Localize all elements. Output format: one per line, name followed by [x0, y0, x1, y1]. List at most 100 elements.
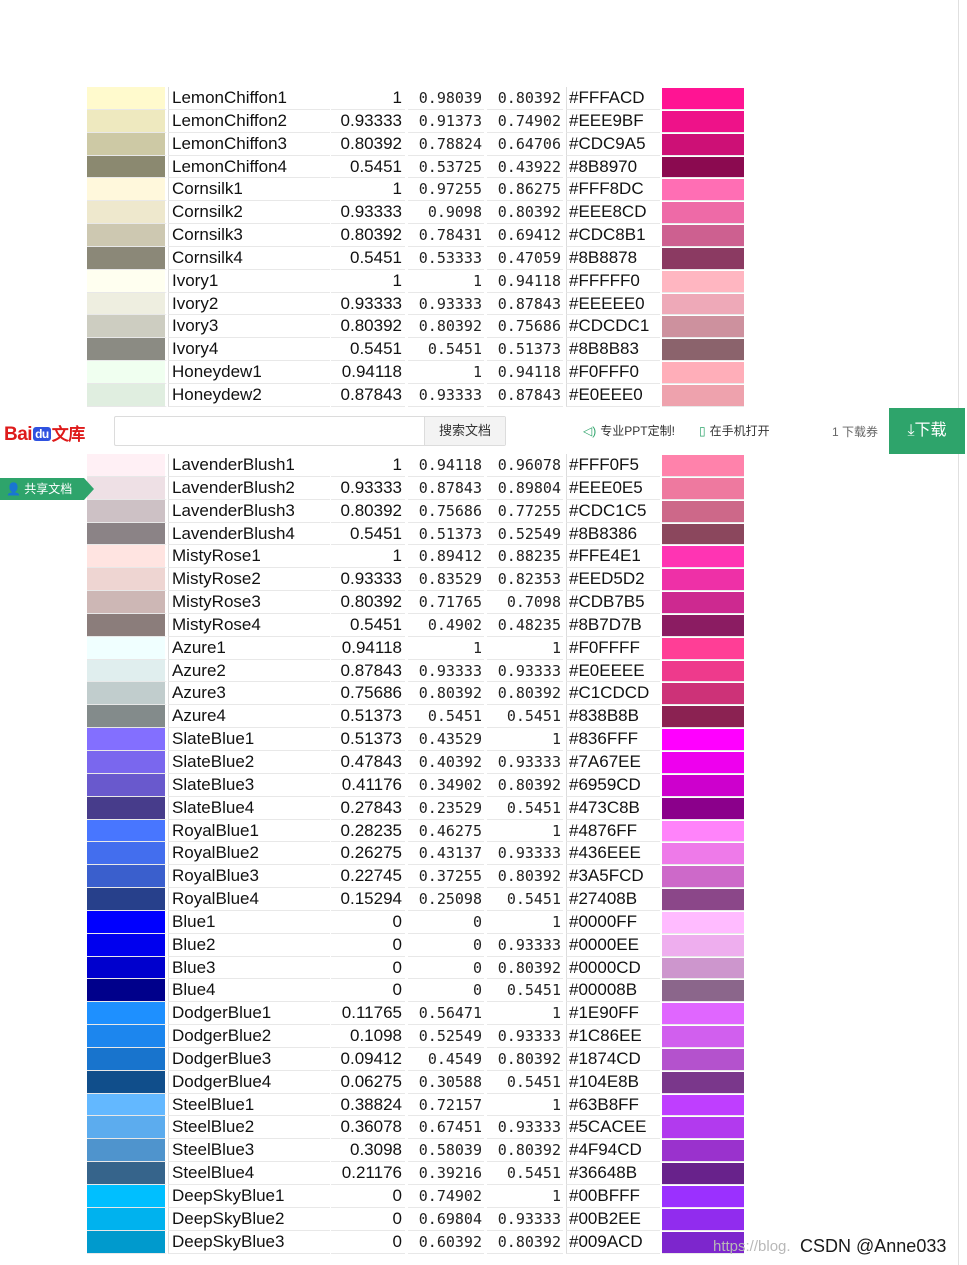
- speaker-icon: ◁): [583, 424, 597, 438]
- blue-value: 1: [487, 728, 563, 751]
- color-name: RoyalBlue4: [168, 888, 330, 911]
- red-value: 0.26275: [331, 842, 405, 866]
- green-value: 0.5451: [408, 338, 484, 362]
- color-name: LemonChiffon1: [168, 87, 330, 110]
- search-input[interactable]: [115, 417, 423, 445]
- table-row: LavenderBlush4 0.5451 0.51373 0.52549 #8B838…: [87, 522, 744, 546]
- download-button[interactable]: ⤓下载: [889, 408, 965, 454]
- comparison-swatch: [662, 224, 744, 247]
- color-swatch: [87, 292, 167, 316]
- table-row: RoyalBlue1 0.28235 0.46275 1 #4876FF: [87, 819, 744, 843]
- blue-value: 0.80392: [487, 1048, 563, 1071]
- color-swatch: [87, 246, 167, 270]
- table-row: Blue1 0 0 1 #0000FF: [87, 910, 744, 934]
- blue-value: 0.80392: [487, 1139, 563, 1163]
- search-box: 搜索文档: [114, 416, 506, 446]
- red-value: 0.87843: [331, 660, 405, 683]
- table-row: DodgerBlue3 0.09412 0.4549 0.80392 #1874CD: [87, 1047, 744, 1071]
- hex-code: #5CACEE: [566, 1116, 660, 1140]
- hex-code: #473C8B: [566, 796, 660, 820]
- color-swatch: [87, 591, 167, 614]
- table-row: MistyRose3 0.80392 0.71765 0.7098 #CDB7B5: [87, 591, 744, 614]
- red-value: 0.21176: [331, 1162, 405, 1185]
- table-row: SlateBlue3 0.41176 0.34902 0.80392 #6959CD: [87, 773, 744, 797]
- color-swatch: [87, 1207, 167, 1231]
- table-row: DodgerBlue2 0.1098 0.52549 0.93333 #1C86EE: [87, 1025, 744, 1048]
- hex-code: #63B8FF: [566, 1093, 660, 1117]
- color-swatch: [87, 545, 167, 569]
- red-value: 0.93333: [331, 477, 405, 500]
- green-value: 0.78431: [408, 224, 484, 247]
- comparison-swatch: [662, 315, 744, 339]
- table-row: DeepSkyBlue2 0 0.69804 0.93333 #00B2EE: [87, 1207, 744, 1231]
- color-name: Blue3: [168, 956, 330, 980]
- blue-value: 1: [487, 911, 563, 934]
- color-name: DodgerBlue2: [168, 1025, 330, 1048]
- color-swatch: [87, 750, 167, 774]
- search-button[interactable]: 搜索文档: [424, 417, 505, 445]
- blue-value: 0.48235: [487, 614, 563, 637]
- hex-code: #0000FF: [566, 910, 660, 934]
- hex-code: #EEE8CD: [566, 201, 660, 225]
- table-row: LemonChiffon3 0.80392 0.78824 0.64706 #CDC9A…: [87, 132, 744, 156]
- color-swatch: [87, 1116, 167, 1140]
- red-value: 0.1098: [331, 1025, 405, 1048]
- page-edge-line: [958, 0, 959, 1265]
- blue-value: 0.51373: [487, 338, 563, 362]
- green-value: 1: [408, 637, 484, 660]
- shared-document-tag[interactable]: 👤 共享文档: [0, 478, 94, 500]
- comparison-swatch: [662, 568, 744, 592]
- blue-value: 0.80392: [487, 774, 563, 797]
- color-swatch: [87, 109, 167, 133]
- comparison-swatch: [662, 865, 744, 889]
- blue-value: 0.80392: [487, 1231, 563, 1254]
- color-swatch: [87, 454, 167, 477]
- red-value: 0.11765: [331, 1002, 405, 1026]
- comparison-swatch: [662, 956, 744, 980]
- color-name: Ivory4: [168, 338, 330, 362]
- color-swatch: [87, 155, 167, 179]
- table-row: Honeydew1 0.94118 1 0.94118 #F0FFF0: [87, 361, 744, 384]
- comparison-swatch: [662, 750, 744, 774]
- color-swatch: [87, 933, 167, 957]
- color-name: SlateBlue2: [168, 750, 330, 774]
- user-icon: 👤: [6, 482, 21, 496]
- baidu-wenku-logo[interactable]: Bai du 文库: [4, 420, 85, 446]
- open-on-phone-link[interactable]: ▯ 在手机打开: [699, 422, 770, 439]
- table-row: Ivory3 0.80392 0.80392 0.75686 #CDCDC1: [87, 315, 744, 339]
- red-value: 0.47843: [331, 751, 405, 774]
- color-name: SteelBlue2: [168, 1116, 330, 1140]
- color-name: Blue4: [168, 979, 330, 1003]
- ppt-promo-link[interactable]: ◁) 专业PPT定制!: [583, 422, 675, 439]
- comparison-swatch: [662, 1162, 744, 1185]
- color-name: Cornsilk1: [168, 178, 330, 202]
- color-table-top: LemonChiffon1 1 0.98039 0.80392 #FFFACD Lemon…: [87, 87, 744, 407]
- table-row: RoyalBlue4 0.15294 0.25098 0.5451 #27408B: [87, 888, 744, 911]
- green-value: 0: [408, 911, 484, 934]
- table-row: RoyalBlue3 0.22745 0.37255 0.80392 #3A5FCD: [87, 865, 744, 889]
- blue-value: 0.5451: [487, 797, 563, 820]
- color-name: SteelBlue1: [168, 1093, 330, 1117]
- hex-code: #8B7D7B: [566, 613, 660, 637]
- hex-code: #8B8B83: [566, 338, 660, 362]
- color-swatch: [87, 888, 167, 911]
- csdn-watermark: CSDN @Anne033: [800, 1236, 947, 1256]
- green-value: 0.67451: [408, 1116, 484, 1140]
- table-row: Ivory1 1 1 0.94118 #FFFFF0: [87, 269, 744, 293]
- comparison-swatch: [662, 361, 744, 384]
- blue-value: 0.80392: [487, 682, 563, 706]
- color-swatch: [87, 819, 167, 843]
- comparison-swatch: [662, 636, 744, 660]
- color-name: Ivory1: [168, 269, 330, 293]
- red-value: 0.93333: [331, 110, 405, 133]
- hex-code: #EEE0E5: [566, 476, 660, 500]
- blue-value: 0.94118: [487, 270, 563, 293]
- comparison-swatch: [662, 476, 744, 500]
- hex-code: #00B2EE: [566, 1207, 660, 1231]
- color-swatch: [87, 1185, 167, 1208]
- color-swatch: [87, 910, 167, 934]
- color-name: MistyRose2: [168, 568, 330, 592]
- red-value: 0.5451: [331, 614, 405, 637]
- red-value: 0.41176: [331, 774, 405, 797]
- comparison-swatch: [662, 728, 744, 751]
